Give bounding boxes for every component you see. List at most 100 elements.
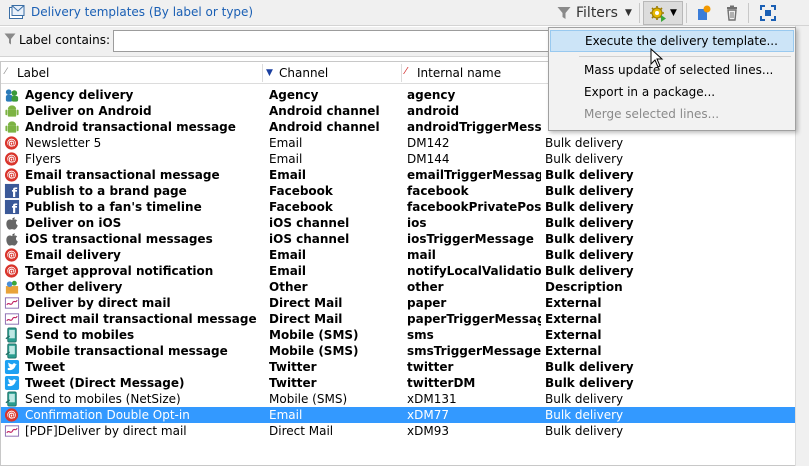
table-row[interactable]: f Publish to a brand page Facebook facebook… (1, 183, 795, 199)
row-delivery-type: Bulk delivery (545, 360, 634, 374)
column-header-internal-name[interactable]: Internal name (417, 66, 501, 80)
row-delivery-type: Bulk delivery (545, 264, 634, 278)
mouse-cursor-icon (650, 48, 664, 68)
toolbar: Delivery templates (By label or type) Fi… (0, 0, 809, 26)
row-delivery-type: Bulk delivery (545, 184, 634, 198)
email-icon: @ (4, 407, 21, 423)
toolbar-separator (639, 3, 640, 23)
table-row[interactable]: Send to mobiles (NetSize) Mobile (SMS) xDM… (1, 391, 795, 407)
menu-item-export-package[interactable]: Export in a package... (550, 81, 794, 103)
table-row[interactable]: @ Flyers Email DM144 Bulk delivery (1, 151, 795, 167)
svg-text:@: @ (7, 266, 15, 276)
table-row[interactable]: @ Email delivery Email mail Bulk delivery (1, 247, 795, 263)
row-channel: Direct Mail (269, 312, 343, 326)
table-row[interactable]: Tweet (Direct Message) Twitter twitterDM Bu… (1, 375, 795, 391)
table-row[interactable]: @ Email transactional message Email emailTr… (1, 167, 795, 183)
facebook-icon: f (4, 199, 21, 215)
row-label: Android transactional message (25, 120, 236, 134)
row-channel: iOS channel (269, 232, 350, 246)
table-row[interactable]: @ Confirmation Double Opt-in Email xDM77 Bul… (1, 407, 795, 423)
column-separator[interactable] (401, 64, 402, 82)
email-icon: @ (4, 135, 21, 151)
fullscreen-button[interactable] (755, 1, 781, 25)
table-row[interactable]: @ Newsletter 5 Email DM142 Bulk delivery (1, 135, 795, 151)
vertical-scrollbar[interactable] (795, 26, 809, 466)
row-label: Deliver on iOS (25, 216, 122, 230)
filters-button[interactable]: Filters ▼ (557, 2, 632, 24)
list-rows: Agency delivery Agency agency Deliver on An… (1, 87, 795, 439)
svg-text:@: @ (7, 410, 15, 420)
row-label: Deliver by direct mail (25, 296, 171, 310)
table-row[interactable]: f Publish to a fan's timeline Facebook face… (1, 199, 795, 215)
row-internal-name: sms (407, 328, 434, 342)
row-label: Agency delivery (25, 88, 134, 102)
row-internal-name: agency (407, 88, 456, 102)
column-header-label[interactable]: Label (17, 66, 49, 80)
table-row[interactable]: [PDF]Deliver by direct mail Direct Mail xD… (1, 423, 795, 439)
table-row[interactable]: Deliver on iOS iOS channel ios Bulk deliver… (1, 215, 795, 231)
label-filter-input[interactable] (113, 30, 558, 52)
row-delivery-type: Bulk delivery (545, 168, 634, 182)
table-row[interactable]: Mobile transactional message Mobile (SMS)… (1, 343, 795, 359)
row-channel: Email (269, 248, 307, 262)
facebook-icon: f (4, 183, 21, 199)
row-internal-name: smsTriggerMessage (407, 344, 541, 358)
menu-separator (579, 56, 791, 57)
table-row[interactable]: iOS transactional messages iOS channel ios… (1, 231, 795, 247)
row-channel: Android channel (269, 120, 380, 134)
row-channel: Email (269, 168, 307, 182)
row-channel: Email (269, 136, 303, 150)
direct-mail-icon (4, 311, 21, 327)
svg-text:f: f (12, 186, 18, 199)
row-delivery-type: Bulk delivery (545, 248, 634, 262)
row-label: Deliver on Android (25, 104, 152, 118)
delete-button[interactable] (719, 1, 745, 25)
row-internal-name: twitter (407, 360, 454, 374)
toolbar-separator (748, 3, 749, 23)
svg-text:@: @ (7, 250, 15, 260)
table-row[interactable]: Direct mail transactional message Direct … (1, 311, 795, 327)
sort-indicator-icon: ⁄ (405, 66, 407, 77)
row-internal-name: androidTriggerMessage (407, 120, 541, 134)
menu-item-mass-update[interactable]: Mass update of selected lines... (550, 59, 794, 81)
email-icon: @ (4, 151, 21, 167)
row-internal-name: xDM131 (407, 392, 457, 406)
chevron-down-icon: ▼ (670, 8, 677, 18)
row-delivery-type: Bulk delivery (545, 152, 624, 166)
row-channel: Direct Mail (269, 424, 334, 438)
row-internal-name: mail (407, 248, 436, 262)
sort-indicator-icon: ⁄ (5, 67, 7, 77)
row-internal-name: iosTriggerMessage (407, 232, 534, 246)
new-item-button[interactable] (690, 1, 716, 25)
svg-text:f: f (12, 202, 18, 215)
row-internal-name: paperTriggerMessage (407, 312, 541, 326)
row-label: Mobile transactional message (25, 344, 228, 358)
row-internal-name: android (407, 104, 460, 118)
delivery-templates-icon (9, 5, 25, 19)
filters-label: Filters (576, 5, 618, 21)
row-channel: Mobile (SMS) (269, 344, 359, 358)
row-channel: Android channel (269, 104, 380, 118)
row-channel: Email (269, 152, 303, 166)
table-row[interactable]: Tweet Twitter twitter Bulk delivery (1, 359, 795, 375)
row-delivery-type: Bulk delivery (545, 136, 624, 150)
table-row[interactable]: Deliver by direct mail Direct Mail paper Ex… (1, 295, 795, 311)
mobile-icon (4, 391, 21, 407)
email-icon: @ (4, 263, 21, 279)
row-delivery-type: External (545, 296, 602, 310)
row-label: iOS transactional messages (25, 232, 213, 246)
label-filter-label: Label contains: (19, 33, 111, 47)
sort-desc-icon: ▼ (266, 68, 273, 78)
table-row[interactable]: @ Target approval notification Email notify… (1, 263, 795, 279)
direct-mail-icon (4, 423, 21, 439)
table-row[interactable]: Other delivery Other other Description (1, 279, 795, 295)
column-separator[interactable] (262, 64, 263, 82)
menu-item-execute-template[interactable]: Execute the delivery template... (550, 30, 794, 52)
row-delivery-type: Bulk delivery (545, 232, 634, 246)
trash-icon (727, 5, 737, 21)
row-channel: Other (269, 280, 308, 294)
table-row[interactable]: Send to mobiles Mobile (SMS) sms External (1, 327, 795, 343)
actions-menu-button[interactable]: ▼ (643, 1, 683, 25)
new-document-icon (698, 5, 711, 20)
column-header-channel[interactable]: Channel (279, 66, 328, 80)
